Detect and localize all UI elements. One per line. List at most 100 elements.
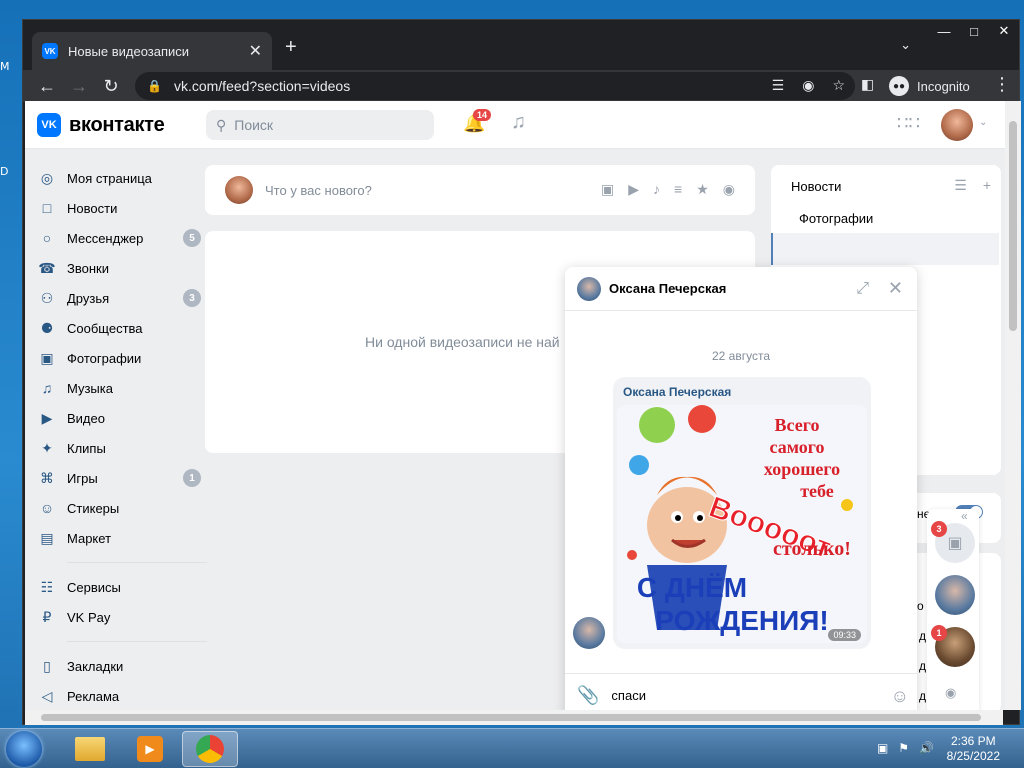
new-tab-icon[interactable]: + bbox=[285, 36, 297, 59]
sidebar-item-label: Стикеры bbox=[67, 500, 120, 516]
nav-divider bbox=[67, 641, 207, 642]
sidebar-item[interactable]: ✦ Клипы bbox=[37, 433, 207, 463]
start-button[interactable] bbox=[6, 731, 42, 767]
bookmark-star-icon[interactable]: ☆ bbox=[832, 77, 845, 94]
vk-logo[interactable]: VK вконтакте bbox=[37, 113, 165, 137]
sidebar-item-label: Мессенджер bbox=[67, 230, 144, 246]
sidebar-item[interactable]: ▯ Закладки bbox=[37, 651, 207, 681]
desktop-label: M bbox=[0, 60, 10, 73]
back-icon[interactable]: ← bbox=[31, 76, 63, 97]
sidebar-item[interactable]: ◁ Реклама bbox=[37, 681, 207, 710]
left-navigation: ◎ Моя страница □ Новости ○ Мессенджер 5 ☎ Звонки… bbox=[37, 163, 207, 710]
composer-placeholder: Что у вас нового? bbox=[265, 182, 372, 198]
action-center-icon[interactable]: ⚑ bbox=[898, 741, 909, 755]
sidebar-item[interactable]: ☎ Звонки bbox=[37, 253, 207, 283]
camera-icon[interactable]: ▣ bbox=[601, 181, 614, 198]
market-icon: ▤ bbox=[40, 529, 54, 546]
scroll-thumb[interactable] bbox=[41, 714, 981, 721]
sidebar-item[interactable]: ▣ Фотографии bbox=[37, 343, 207, 373]
translate-icon[interactable]: ☰ bbox=[772, 77, 785, 94]
sidebar-item[interactable]: ▤ Маркет bbox=[37, 523, 207, 553]
network-icon[interactable]: ▣ bbox=[877, 741, 888, 755]
lock-icon[interactable]: 🔒 bbox=[147, 79, 162, 93]
sidebar-item-label: Моя страница bbox=[67, 170, 152, 186]
taskbar-media-player[interactable]: ▶ bbox=[122, 731, 178, 767]
tracking-icon[interactable]: ◉ bbox=[802, 77, 814, 94]
sidebar-item[interactable]: ☺ Стикеры bbox=[37, 493, 207, 523]
filter-settings-icon[interactable]: ☰ bbox=[954, 177, 967, 194]
privacy-lock-icon[interactable]: ◉ bbox=[723, 181, 735, 198]
chevron-down-icon[interactable]: ⌄ bbox=[979, 117, 987, 128]
music-icon: ♫ bbox=[41, 380, 53, 396]
services-icon: ☷ bbox=[40, 578, 54, 595]
rail-messages-icon[interactable]: ◉ bbox=[945, 685, 956, 701]
chat-contact-name[interactable]: Оксана Печерская bbox=[609, 281, 726, 296]
tab-search-icon[interactable]: ⌄ bbox=[900, 37, 911, 53]
message-avatar[interactable] bbox=[573, 617, 605, 649]
empty-state-text: Ни одной видеозаписи не най bbox=[365, 334, 560, 350]
card-line-tebe: тебе bbox=[800, 481, 834, 501]
list-fragment: о bbox=[917, 599, 924, 613]
clips-icon: ✦ bbox=[41, 439, 53, 456]
sidebar-item-label: Сервисы bbox=[67, 579, 121, 595]
message-sender[interactable]: Оксана Печерская bbox=[623, 385, 731, 399]
sidebar-item-label: Новости bbox=[67, 200, 118, 216]
music-note-icon[interactable]: ♪ bbox=[653, 181, 660, 198]
post-composer[interactable]: Что у вас нового? ▣ ▶ ♪ ≡ ★ ◉ bbox=[205, 165, 755, 215]
browser-window: — □ ✕ VK Новые видеозаписи ✕ + ⌄ ← → ↻ 🔒… bbox=[22, 19, 1021, 725]
horizontal-scrollbar[interactable] bbox=[25, 710, 1003, 725]
sidebar-item[interactable]: ⚈ Сообщества bbox=[37, 313, 207, 343]
filter-title[interactable]: Новости bbox=[791, 179, 841, 194]
card-line-vsego: Всего bbox=[775, 415, 820, 435]
side-panel-icon[interactable]: ◧ bbox=[861, 76, 874, 93]
emoji-icon[interactable]: ☺ bbox=[891, 686, 909, 707]
tab-close-icon[interactable]: ✕ bbox=[249, 41, 262, 61]
system-clock[interactable]: 2:36 PM 8/25/2022 bbox=[947, 734, 1000, 764]
url-text: vk.com/feed?section=videos bbox=[173, 78, 351, 94]
chat-avatar[interactable] bbox=[577, 276, 601, 301]
profile-avatar[interactable] bbox=[941, 109, 973, 141]
user-circle-icon: ◎ bbox=[40, 169, 54, 186]
browser-tab[interactable]: VK Новые видеозаписи ✕ bbox=[32, 32, 272, 70]
sidebar-item[interactable]: ☷ Сервисы bbox=[37, 572, 207, 602]
idea-icon[interactable]: ★ bbox=[696, 181, 709, 198]
message-input[interactable]: 📎 спаси ☺ bbox=[565, 673, 917, 710]
incognito-indicator[interactable]: ●● Incognito bbox=[889, 76, 970, 96]
forward-icon[interactable]: → bbox=[63, 76, 95, 97]
chat-rail: ▣ 3 1 ◉ bbox=[927, 509, 979, 710]
notification-badge: 14 bbox=[473, 109, 492, 121]
article-icon[interactable]: ≡ bbox=[674, 181, 682, 198]
sidebar-item[interactable]: ▶ Видео bbox=[37, 403, 207, 433]
menu-kebab-icon[interactable]: ⋮ bbox=[993, 74, 1011, 95]
taskbar-chrome[interactable] bbox=[182, 731, 238, 767]
filter-item-photos[interactable]: Фотографии bbox=[799, 211, 873, 226]
vertical-scrollbar[interactable] bbox=[1005, 101, 1021, 710]
play-icon[interactable]: ▶ bbox=[628, 181, 639, 198]
communities-icon: ⚈ bbox=[40, 319, 54, 336]
attach-icon[interactable]: 📎 bbox=[577, 685, 599, 706]
sidebar-item[interactable]: ○ Мессенджер 5 bbox=[37, 223, 207, 253]
sidebar-item[interactable]: ◎ Моя страница bbox=[37, 163, 207, 193]
expand-icon[interactable]: ⤢ bbox=[856, 280, 869, 298]
close-icon[interactable]: ✕ bbox=[888, 278, 903, 299]
sidebar-item[interactable]: ⚇ Друзья 3 bbox=[37, 283, 207, 313]
sidebar-item[interactable]: ₽ VK Pay bbox=[37, 602, 207, 632]
clock-date: 8/25/2022 bbox=[946, 749, 1000, 763]
collapse-rail-icon[interactable]: « bbox=[961, 509, 968, 523]
sidebar-item[interactable]: □ Новости bbox=[37, 193, 207, 223]
add-filter-icon[interactable]: + bbox=[983, 177, 991, 194]
birthday-card-image[interactable]: Всего самого хорошего тебе Вооооот столь… bbox=[617, 405, 867, 643]
taskbar-explorer[interactable] bbox=[62, 731, 118, 767]
reload-icon[interactable]: ↻ bbox=[95, 76, 127, 97]
scroll-thumb[interactable] bbox=[1009, 121, 1017, 331]
sidebar-item[interactable]: ♫ Музыка bbox=[37, 373, 207, 403]
rail-chat-avatar[interactable] bbox=[935, 575, 975, 615]
apps-grid-icon[interactable]: ∷∷ bbox=[897, 113, 920, 134]
search-input[interactable]: ⚲ Поиск bbox=[206, 110, 434, 140]
page-viewport: VK вконтакте ⚲ Поиск 🔔 14 ♫ ∷∷ ⌄ ◎ Моя ст… bbox=[25, 101, 1021, 710]
volume-icon[interactable]: 🔊 bbox=[919, 741, 934, 755]
address-bar[interactable]: 🔒 vk.com/feed?section=videos ☰ ◉ ☆ bbox=[135, 72, 855, 100]
sidebar-item[interactable]: ⌘ Игры 1 bbox=[37, 463, 207, 493]
filter-item-selected[interactable] bbox=[771, 233, 999, 265]
music-player-icon[interactable]: ♫ bbox=[511, 111, 526, 134]
